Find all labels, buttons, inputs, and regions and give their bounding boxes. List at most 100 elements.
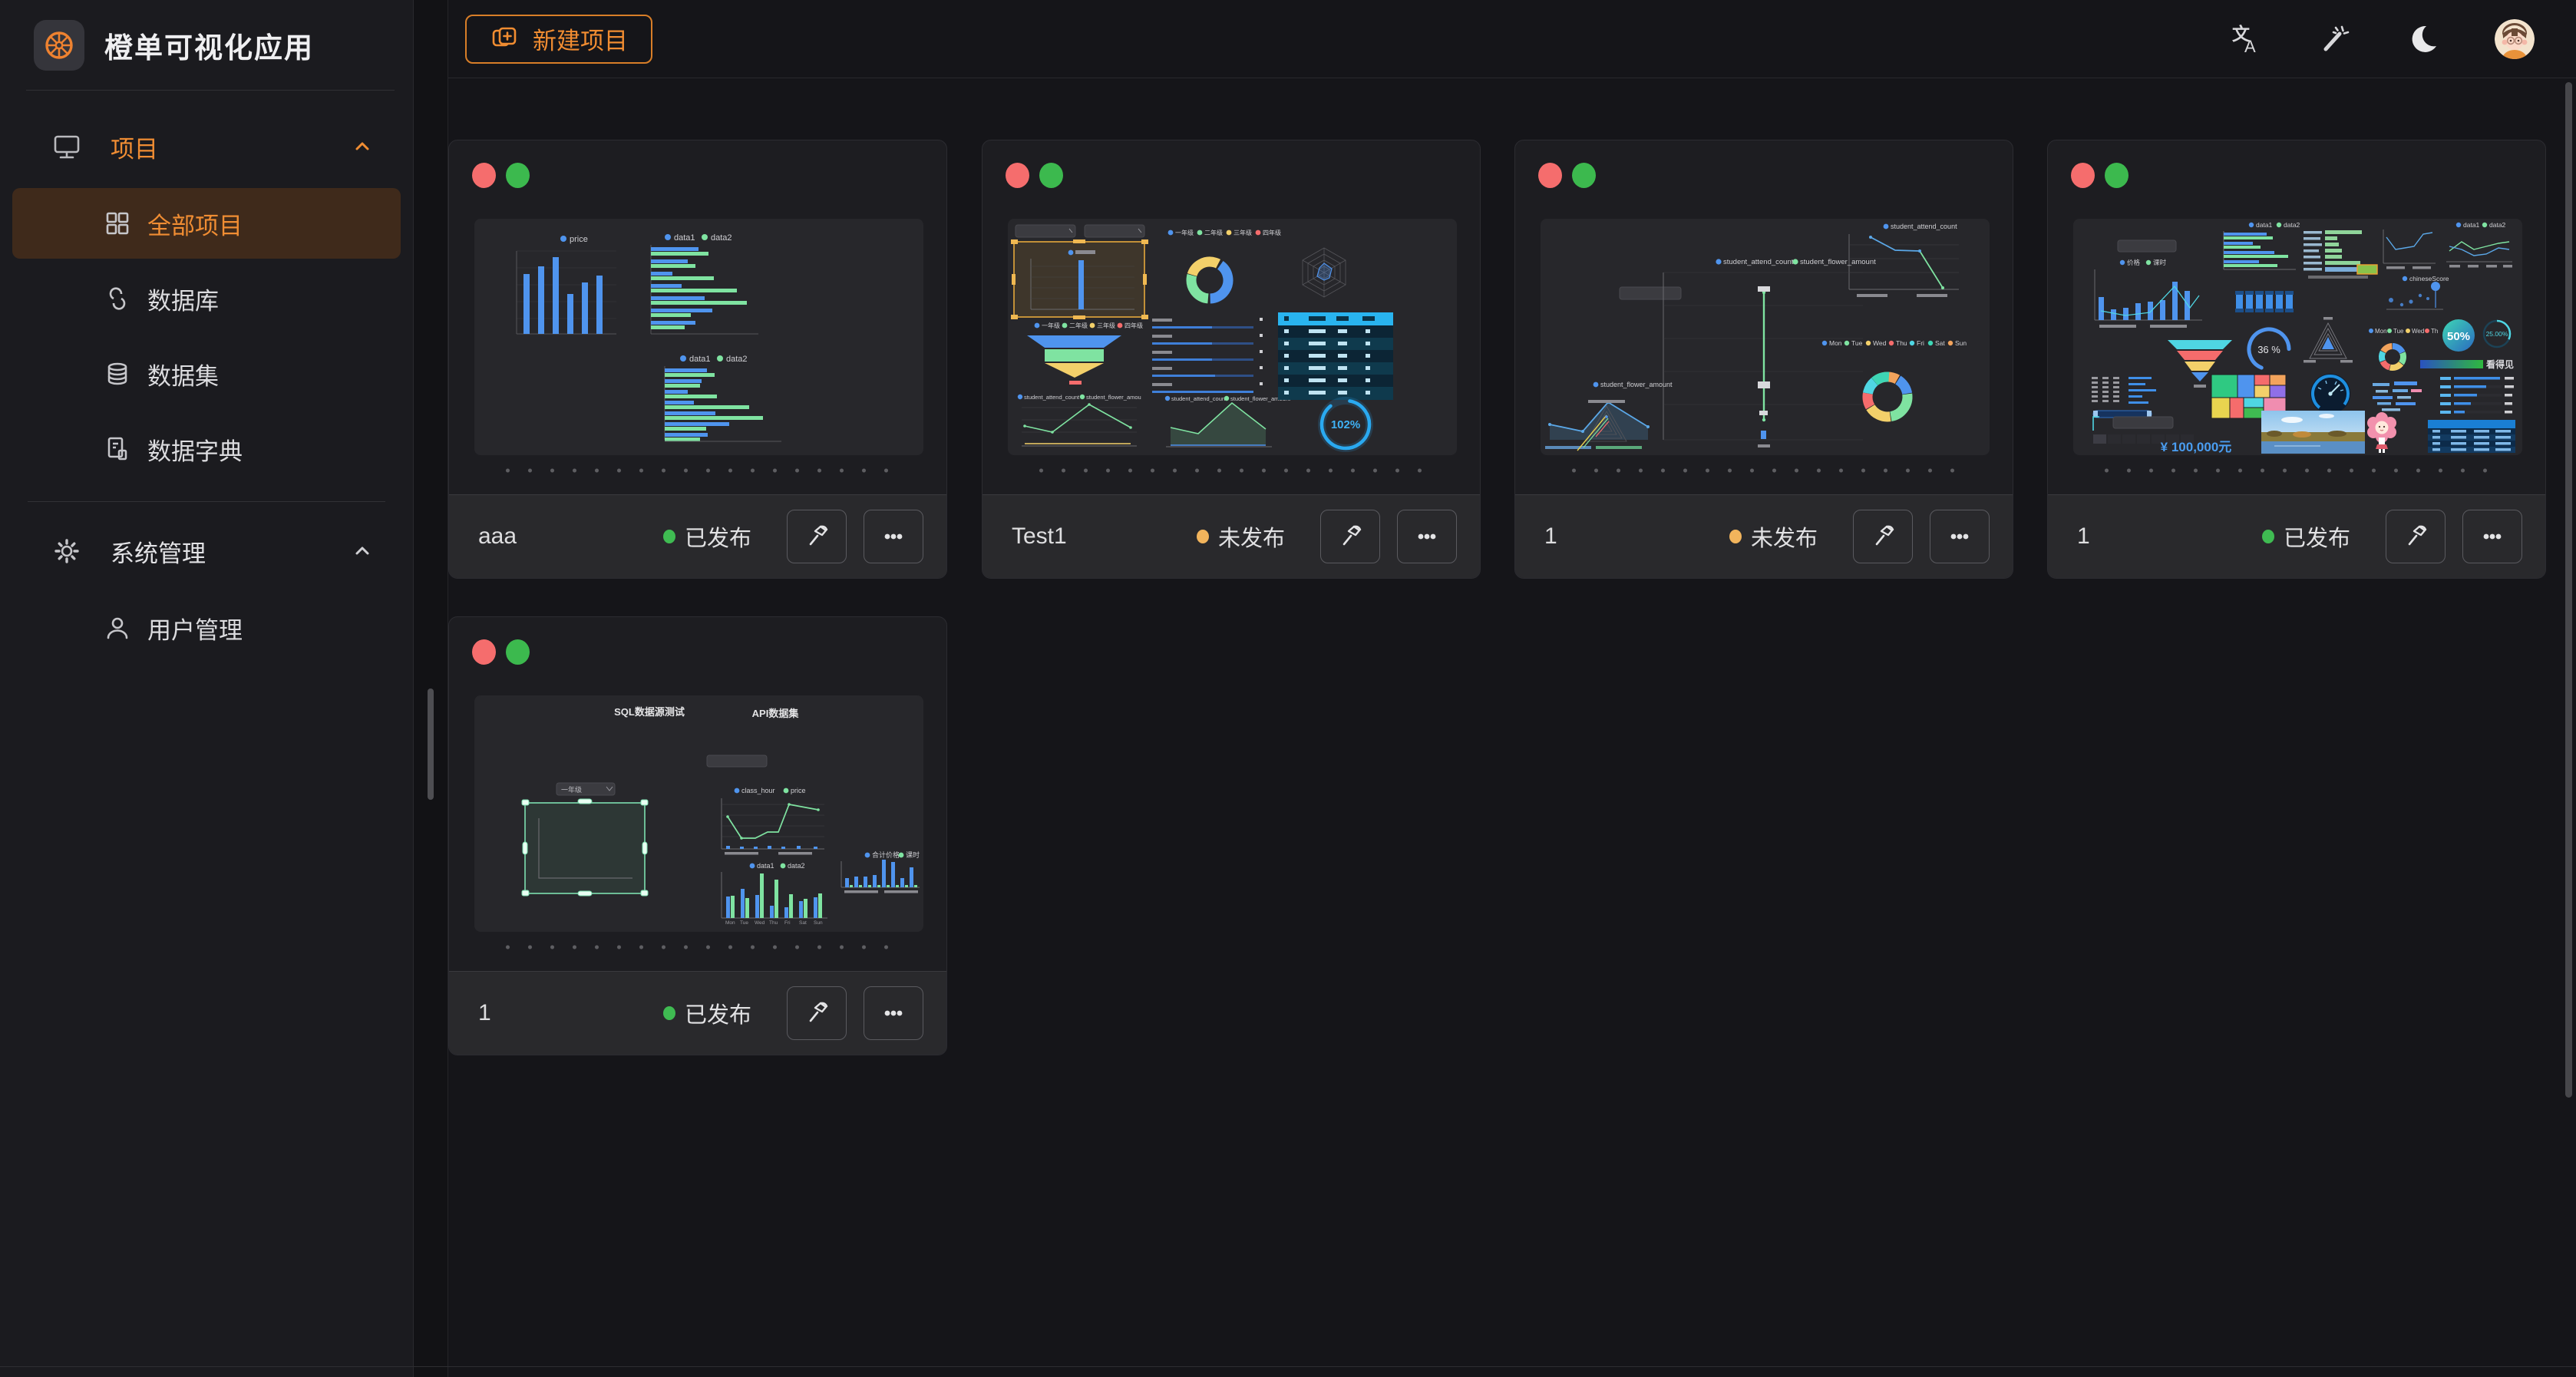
svg-text:36 %: 36 % [2257, 344, 2280, 355]
window-dot-green [506, 639, 530, 665]
mini-radar-chart [1303, 248, 1346, 297]
avatar[interactable] [2495, 19, 2535, 59]
right-scrollbar-thumb[interactable] [2565, 82, 2572, 1098]
left-scrollbar-thumb[interactable] [428, 688, 434, 800]
thumbnail-dotted-divider [1030, 468, 1435, 473]
sidebar-header: 橙单可视化应用 [0, 0, 413, 90]
svg-text:Thu: Thu [769, 920, 778, 926]
group-label: 项目 [111, 130, 158, 164]
svg-text:Sun: Sun [1955, 339, 1967, 347]
mini-dropdown [1620, 287, 1681, 299]
sidebar-item-all-projects[interactable]: 全部项目 [12, 188, 401, 259]
mini-selected-widget [1011, 239, 1148, 319]
thumbnail-dashboard: student_attend_count student_attend_coun… [1541, 219, 1990, 455]
svg-text:student_flower_amount: student_flower_amount [1800, 258, 1876, 266]
svg-text:二年级: 二年级 [1204, 229, 1223, 236]
edit-project-button[interactable] [1320, 510, 1380, 563]
translate-icon[interactable]: 文 A [2228, 21, 2263, 57]
sidebar-item-data-dictionary[interactable]: 数据字典 [12, 414, 401, 484]
more-actions-button[interactable] [2462, 510, 2522, 563]
svg-text:student_attend_count: student_attend_count [1171, 395, 1227, 402]
project-thumbnail[interactable]: 一年级 二年级 三年级 四年级 student_attend_count stu… [1008, 219, 1457, 455]
mini-progress-list [1152, 318, 1263, 393]
status-badge: 已发布 [663, 520, 751, 553]
project-thumbnail[interactable]: price data1 data2 [474, 219, 923, 455]
svg-text:data2: data2 [726, 355, 748, 364]
mini-combo-chart: 价格 课时 [2095, 259, 2202, 328]
sidebar: 橙单可视化应用 项目 [0, 0, 414, 1377]
mini-gradient-bar: 看得见 [2420, 358, 2514, 370]
svg-text:data1: data1 [674, 233, 695, 243]
edit-project-button[interactable] [1853, 510, 1913, 563]
project-card[interactable]: student_attend_count student_attend_coun… [1514, 140, 2013, 579]
thumbnail-dashboard: price data1 data2 [474, 219, 923, 455]
mini-word-cloud [2373, 381, 2422, 411]
mini-tall-chart: student_attend_count student_flower_amou… [1663, 258, 1876, 447]
mini-line-chart [2383, 230, 2436, 269]
svg-text:price: price [791, 787, 806, 794]
mini-donut-chart: Mon Tue Wed Thu Fri Sat Sun [1822, 339, 1967, 425]
edit-project-button[interactable] [787, 986, 847, 1040]
hammer-icon [2400, 521, 2431, 552]
edit-project-button[interactable] [787, 510, 847, 563]
project-thumbnail[interactable]: 价格 课时 data1 data2 [2073, 219, 2522, 455]
project-card[interactable]: 价格 课时 data1 data2 [2047, 140, 2546, 579]
mini-bar-chart: data1 data2 MonTue WedThu FriSat [722, 862, 827, 926]
edit-project-button[interactable] [2386, 510, 2446, 563]
user-icon [103, 613, 132, 642]
topbar: 新建项目 文 A [448, 0, 2576, 78]
sidebar-divider [28, 501, 385, 502]
more-actions-button[interactable] [864, 510, 923, 563]
svg-text:Th: Th [2431, 328, 2438, 335]
thumbnail-dashboard: SQL数据源测试 API数据集 一年级 [474, 695, 923, 932]
svg-text:102%: 102% [1331, 418, 1360, 431]
mini-labeled-hbar [2304, 230, 2377, 279]
svg-text:Mon: Mon [2375, 328, 2387, 335]
project-card[interactable]: 一年级 二年级 三年级 四年级 student_attend_count stu… [982, 140, 1481, 579]
status-badge: 未发布 [1729, 520, 1818, 553]
svg-text:student_attend_count: student_attend_count [1891, 223, 1957, 230]
svg-text:价格: 价格 [2127, 259, 2141, 266]
mini-dropdown: 一年级 [556, 783, 615, 795]
mini-donut-chart: 一年级 二年级 三年级 四年级 [1168, 229, 1281, 305]
group-label: 系统管理 [111, 534, 206, 569]
grid-icon [103, 209, 132, 238]
new-project-button[interactable]: 新建项目 [465, 15, 652, 64]
sidebar-item-database[interactable]: 数据库 [12, 263, 401, 334]
sidebar-group-system[interactable]: 系统管理 [0, 514, 413, 588]
project-card[interactable]: SQL数据源测试 API数据集 一年级 [448, 616, 947, 1055]
mini-arc-gauge: 36 % [2243, 323, 2295, 375]
more-actions-button[interactable] [1930, 510, 1990, 563]
svg-text:Sat: Sat [1935, 339, 1945, 347]
window-dot-green [506, 163, 530, 188]
new-project-icon [490, 25, 519, 54]
moon-icon[interactable] [2406, 21, 2441, 57]
more-actions-button[interactable] [864, 986, 923, 1040]
mini-legend: 一年级 二年级 三年级 四年级 [1035, 322, 1143, 329]
mini-money-label: ¥ 100,000元 [2161, 440, 2232, 454]
svg-text:一年级: 一年级 [1175, 229, 1194, 236]
thumbnail-dotted-divider [2095, 468, 2501, 473]
more-actions-button[interactable] [1397, 510, 1457, 563]
mini-percent-badge: 50% [2442, 319, 2475, 352]
mini-hbar-chart: data1 data2 [651, 233, 758, 334]
svg-text:课时: 课时 [2153, 259, 2167, 266]
project-thumbnail[interactable]: SQL数据源测试 API数据集 一年级 [474, 695, 923, 932]
svg-text:data2: data2 [711, 233, 732, 243]
thumbnail-dotted-divider [497, 468, 902, 473]
sidebar-item-dataset[interactable]: 数据集 [12, 338, 401, 409]
project-card[interactable]: price data1 data2 [448, 140, 947, 579]
sidebar-item-label: 数据库 [147, 282, 219, 316]
mini-spool-row [2235, 291, 2294, 312]
svg-text:四年级: 四年级 [1125, 322, 1143, 329]
magic-wand-icon[interactable] [2317, 21, 2352, 57]
status-badge: 未发布 [1197, 520, 1285, 553]
thumbnail-dashboard: 一年级 二年级 三年级 四年级 student_attend_count stu… [1008, 219, 1457, 455]
sidebar-item-user-management[interactable]: 用户管理 [12, 593, 401, 663]
project-thumbnail[interactable]: student_attend_count student_attend_coun… [1541, 219, 1990, 455]
svg-text:Fri: Fri [1917, 339, 1924, 347]
thumbnail-dashboard: 价格 课时 data1 data2 [2073, 219, 2522, 455]
svg-text:看得见: 看得见 [2486, 358, 2514, 370]
svg-text:Tue: Tue [1851, 339, 1863, 347]
sidebar-group-projects[interactable]: 项目 [0, 110, 413, 183]
